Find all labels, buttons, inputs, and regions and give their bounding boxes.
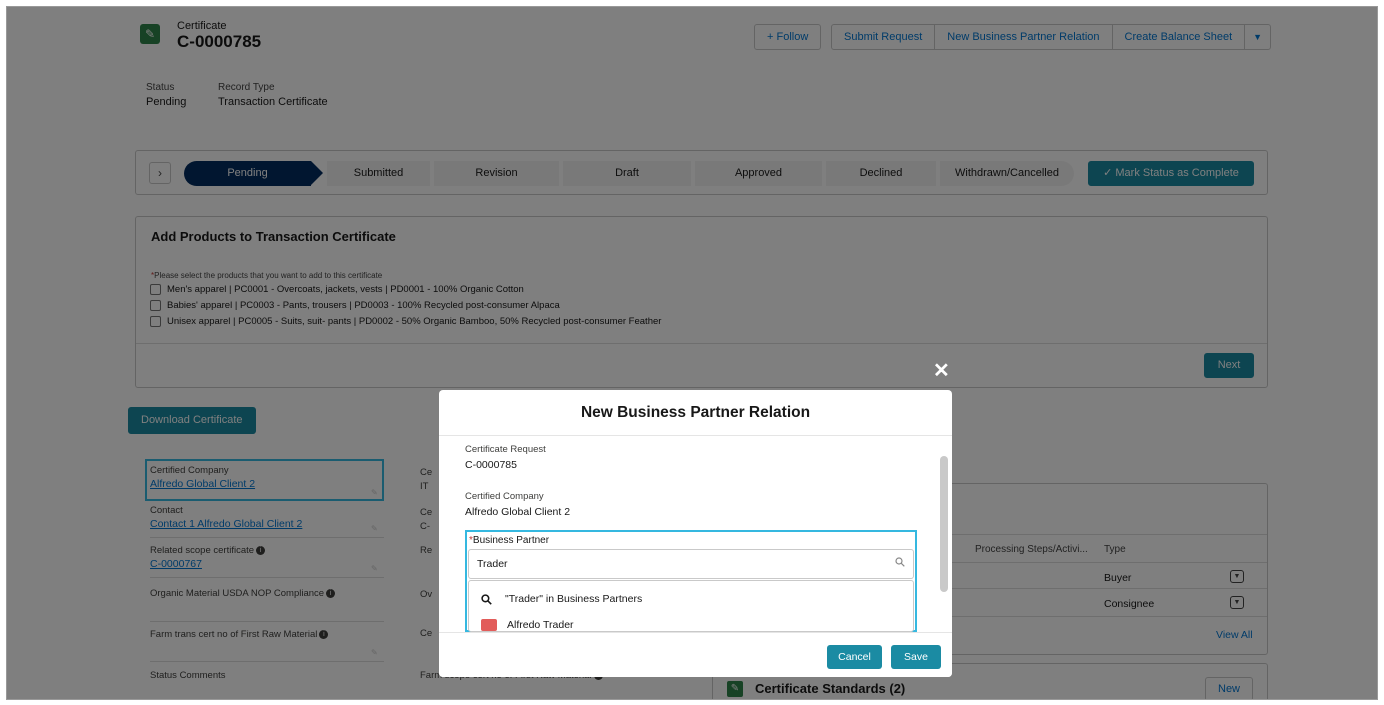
account-icon [481, 619, 497, 631]
search-icon [481, 593, 492, 605]
modal-scrollbar[interactable] [940, 456, 948, 592]
business-partner-lookup: *Business Partner Trader "Trader" in Bus… [465, 530, 917, 632]
modal-certified-company-field: Certified Company Alfredo Global Client … [465, 491, 571, 518]
save-button[interactable]: Save [891, 645, 941, 669]
lookup-result[interactable]: Alfredo Trader [481, 619, 574, 631]
new-bp-relation-modal: New Business Partner Relation Certificat… [439, 390, 952, 677]
modal-title: New Business Partner Relation [439, 390, 952, 436]
modal-body: Certificate Request C-0000785 Certified … [439, 436, 952, 632]
lookup-dropdown: "Trader" in Business Partners Alfredo Tr… [468, 580, 914, 632]
modal-footer: Cancel Save [439, 632, 952, 677]
certificate-request-field: Certificate Request C-0000785 [465, 444, 546, 471]
business-partner-label: *Business Partner [469, 535, 550, 546]
app-window: ✎ Certificate C-0000785 + Follow Submit … [6, 6, 1378, 700]
search-all-option[interactable]: "Trader" in Business Partners [481, 593, 642, 605]
business-partner-input[interactable]: Trader [468, 549, 914, 579]
close-icon[interactable]: ✕ [933, 358, 950, 383]
cancel-button[interactable]: Cancel [827, 645, 882, 669]
search-icon [895, 557, 905, 567]
